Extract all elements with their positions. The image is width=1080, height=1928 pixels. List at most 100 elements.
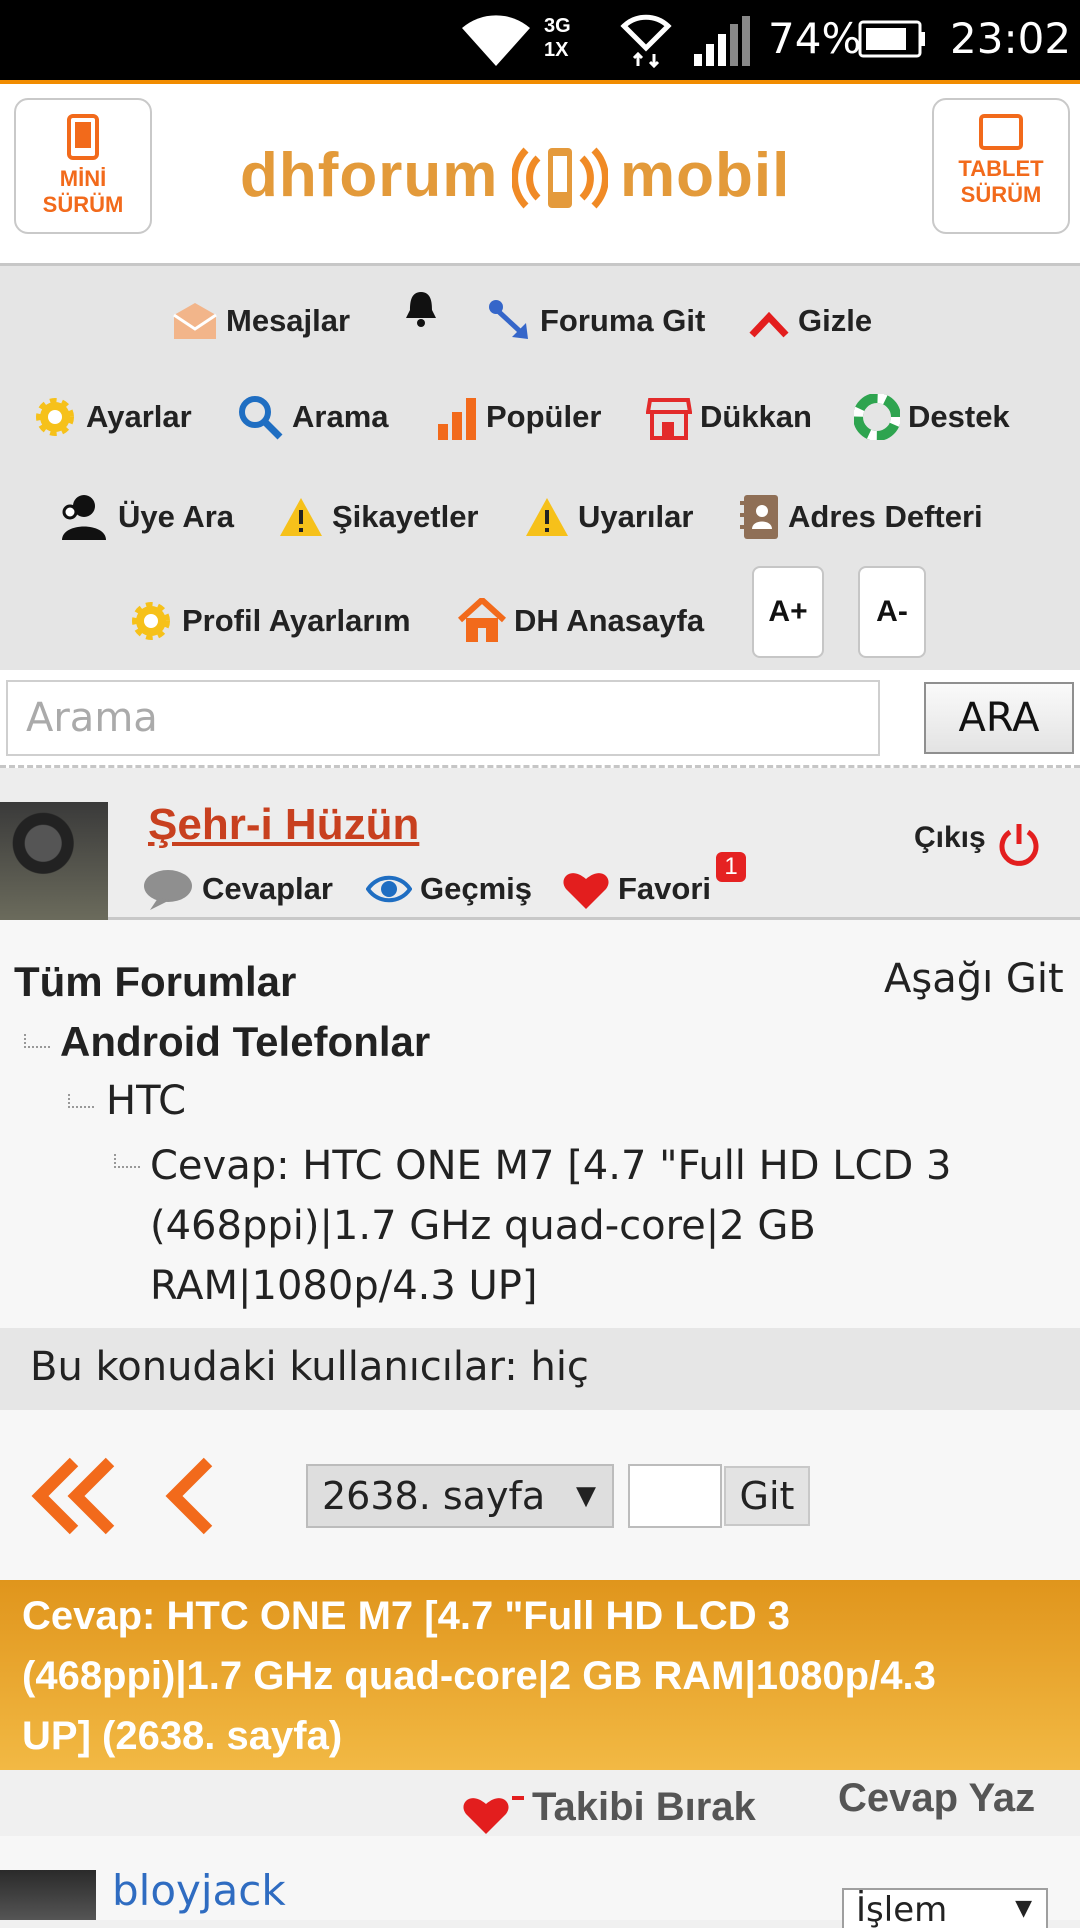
reply-label: Cevap Yaz	[838, 1776, 1036, 1820]
post-action-select[interactable]: İşlem ▼	[842, 1888, 1048, 1928]
logo-phone-icon	[512, 147, 608, 209]
nav-popular[interactable]: Popüler	[436, 392, 601, 442]
tablet-label-line2: SÜRÜM	[960, 182, 1042, 207]
breadcrumb-level3-line2: (468ppi)|1.7 GHz quad-core|2 GB	[150, 1203, 816, 1249]
chevron-up-icon	[749, 311, 789, 338]
search-bar: Arama ARA	[0, 670, 1080, 768]
nav-messages-label: Mesajlar	[226, 303, 351, 338]
store-icon	[646, 398, 692, 440]
eye-icon	[366, 875, 412, 903]
tablet-version-button[interactable]: TABLET SÜRÜM	[932, 98, 1070, 234]
nav-goto-forum[interactable]: Foruma Git	[488, 296, 705, 346]
post-header: bloyjack İşlem ▼	[0, 1836, 1080, 1928]
nav-profile-settings[interactable]: Profil Ayarlarım	[128, 596, 411, 646]
nav-settings[interactable]: Ayarlar	[32, 392, 192, 442]
topic-viewers-text: Bu konudaki kullanıcılar: hiç	[30, 1344, 589, 1390]
nav-member-search[interactable]: Üye Ara	[58, 492, 234, 542]
nav-search-label: Arama	[292, 399, 389, 434]
mini-version-button[interactable]: MİNİ SÜRÜM	[14, 98, 152, 234]
breadcrumb-level1[interactable]: Android Telefonlar	[60, 1018, 430, 1066]
mini-label-line2: SÜRÜM	[42, 192, 124, 217]
reply-button[interactable]: Cevap Yaz	[838, 1776, 1035, 1821]
site-logo[interactable]: dhforum mobil	[240, 130, 840, 230]
status-bar: 3G 1X 74% 23:02	[0, 0, 1080, 80]
thread-title-line1: Cevap: HTC ONE M7 [4.7 "Full HD LCD 3	[22, 1594, 790, 1638]
search-input[interactable]: Arama	[6, 680, 880, 756]
replies-label: Cevaplar	[202, 871, 333, 906]
post-author-link[interactable]: bloyjack	[112, 1866, 286, 1915]
topic-viewers: Bu konudaki kullanıcılar: hiç	[0, 1328, 1080, 1410]
wifi-data-icon	[620, 14, 672, 68]
network-type-label: 3G 1X	[544, 15, 571, 61]
clock: 23:02	[950, 14, 1072, 63]
nav-hide-label: Gizle	[798, 303, 873, 338]
previous-page-icon[interactable]	[160, 1456, 220, 1536]
warning-icon	[526, 498, 568, 536]
nav-shop[interactable]: Dükkan	[646, 392, 812, 442]
replies-link[interactable]: Cevaplar	[142, 864, 333, 914]
logo-text-left: dhforum	[240, 141, 499, 210]
battery-icon	[858, 20, 925, 58]
main-menu: Mesajlar Foruma Git Gizle Ayarlar Arama	[0, 266, 1080, 670]
unfollow-button[interactable]: Takibi Bırak	[462, 1776, 756, 1838]
logo-text-right: mobil	[620, 141, 791, 210]
username-link[interactable]: Şehr-i Hüzün	[148, 800, 419, 850]
nav-popular-label: Popüler	[486, 399, 602, 434]
nav-search[interactable]: Arama	[236, 392, 389, 442]
user-bar: Şehr-i Hüzün Çıkış Cevaplar Geçmiş Favor…	[0, 768, 1080, 920]
wifi-icon	[462, 15, 530, 66]
logout-button[interactable]: Çıkış	[914, 808, 1042, 868]
unfollow-label: Takibi Bırak	[532, 1784, 756, 1829]
nav-warnings[interactable]: Uyarılar	[524, 492, 693, 542]
envelope-icon	[173, 303, 217, 339]
battery-percent: 74%	[768, 14, 862, 63]
breadcrumb-level2[interactable]: HTC	[106, 1078, 186, 1124]
speech-bubble-icon	[144, 870, 192, 910]
favorites-link[interactable]: Favori	[562, 864, 711, 914]
thread-title-line3: UP] (2638. sayfa)	[22, 1714, 343, 1758]
history-label: Geçmiş	[420, 871, 533, 906]
nav-messages[interactable]: Mesajlar	[172, 296, 350, 346]
go-button[interactable]: Git	[724, 1466, 810, 1526]
nav-complaints[interactable]: Şikayetler	[278, 492, 479, 542]
go-down-link[interactable]: Aşağı Git	[884, 956, 1064, 1002]
post-action-select-value: İşlem	[856, 1890, 948, 1928]
search-button[interactable]: ARA	[924, 682, 1074, 754]
nav-dh-home[interactable]: DH Anasayfa	[458, 596, 704, 646]
first-page-icon[interactable]	[30, 1456, 120, 1536]
thread-title-line2: (468ppi)|1.7 GHz quad-core|2 GB RAM|1080…	[22, 1654, 936, 1698]
site-header: MİNİ SÜRÜM dhforum mobil TABLET SÜRÜM	[0, 80, 1080, 266]
post-avatar[interactable]	[0, 1870, 96, 1920]
font-increase-button[interactable]: A+	[752, 566, 824, 658]
tablet-icon	[979, 114, 1023, 150]
breadcrumb-level3-line3: RAM|1080p/4.3 UP]	[150, 1263, 538, 1309]
avatar[interactable]	[0, 802, 108, 920]
breadcrumb-root[interactable]: Tüm Forumlar	[14, 958, 296, 1006]
nav-profile-settings-label: Profil Ayarlarım	[182, 603, 411, 638]
nav-hide[interactable]: Gizle	[748, 296, 872, 346]
nav-shop-label: Dükkan	[700, 399, 812, 434]
mini-label-line1: MİNİ	[59, 166, 107, 191]
nav-support[interactable]: Destek	[854, 392, 1010, 442]
history-link[interactable]: Geçmiş	[366, 864, 532, 914]
nav-goto-forum-label: Foruma Git	[540, 303, 706, 338]
nav-address-book[interactable]: Adres Defteri	[738, 492, 983, 542]
bar-chart-icon	[438, 398, 476, 440]
arrow-go-icon	[489, 300, 528, 339]
warning-icon	[280, 498, 322, 536]
gear-icon	[132, 602, 170, 640]
home-icon	[458, 598, 506, 642]
dropdown-arrow-icon: ▼	[1015, 1896, 1032, 1921]
page-select-value: 2638. sayfa	[322, 1474, 546, 1518]
nav-settings-label: Ayarlar	[86, 399, 192, 434]
page-select[interactable]: 2638. sayfa ▼	[306, 1464, 614, 1528]
page-number-input[interactable]	[628, 1464, 722, 1528]
address-book-icon	[740, 495, 778, 539]
font-decrease-button[interactable]: A-	[858, 566, 926, 658]
nav-support-label: Destek	[908, 399, 1010, 434]
bell-icon[interactable]	[404, 288, 438, 328]
breadcrumb-level3[interactable]: Cevap: HTC ONE M7 [4.7 "Full HD LCD 3 (4…	[150, 1136, 951, 1316]
nav-complaints-label: Şikayetler	[332, 499, 479, 534]
breadcrumb: Tüm Forumlar Aşağı Git Android Telefonla…	[0, 920, 1080, 1328]
breadcrumb-level3-line1: Cevap: HTC ONE M7 [4.7 "Full HD LCD 3	[150, 1143, 952, 1189]
